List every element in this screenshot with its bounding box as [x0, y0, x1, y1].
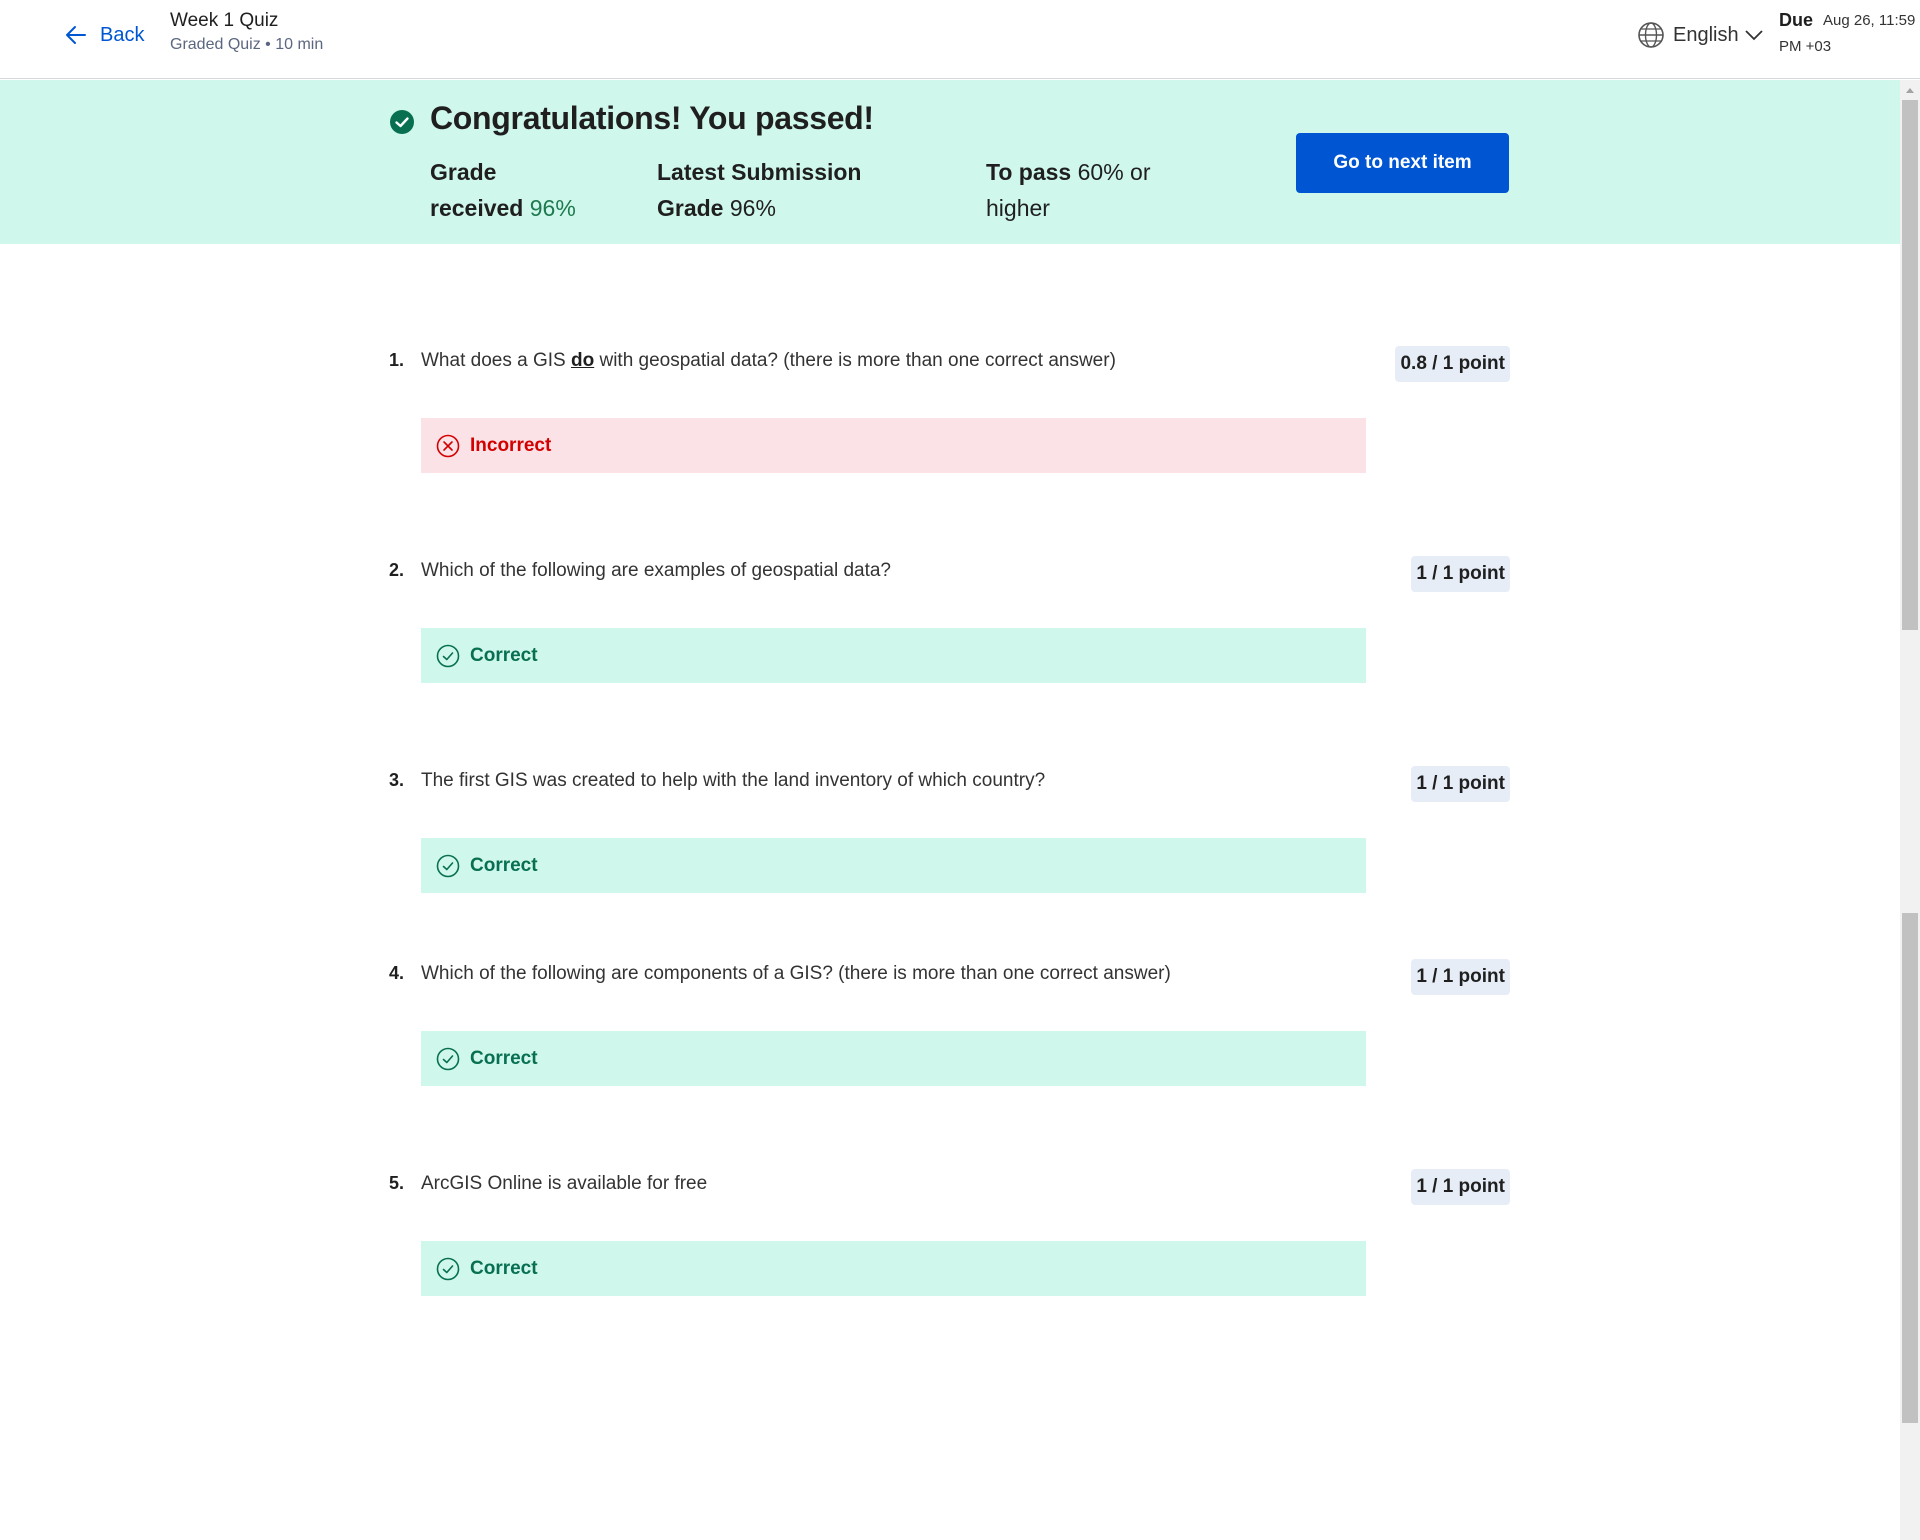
- question-text: What does a GIS do with geospatial data?…: [421, 350, 1116, 372]
- question-text: Which of the following are examples of g…: [421, 560, 891, 581]
- to-pass: To pass 60% or higher: [986, 154, 1186, 226]
- due-time: PM +03: [1779, 38, 1832, 55]
- due-date: Aug 26, 11:59: [1823, 12, 1916, 29]
- back-button[interactable]: Back: [64, 20, 144, 50]
- question-number: 5.: [389, 1173, 405, 1193]
- language-selector[interactable]: English: [1637, 20, 1763, 50]
- question-points: 1 / 1 point: [1411, 556, 1510, 592]
- question-text-part: What does a GIS: [421, 350, 571, 371]
- result-label: Incorrect: [470, 434, 552, 456]
- result-correct: Correct: [421, 1241, 1366, 1296]
- chevron-down-icon: [1744, 30, 1763, 41]
- result-correct: Correct: [421, 838, 1366, 893]
- result-incorrect: Incorrect: [421, 418, 1366, 473]
- question-number: 3.: [389, 770, 405, 790]
- check-circle-outline-icon: [436, 1047, 460, 1070]
- question-points: 1 / 1 point: [1411, 766, 1510, 802]
- latest-submission-grade: Latest Submission Grade 96%: [657, 154, 907, 226]
- top-header: Back Week 1 Quiz Graded Quiz • 10 min En…: [0, 0, 1920, 79]
- result-label: Correct: [470, 854, 538, 876]
- to-pass-label: To pass: [986, 159, 1072, 185]
- result-label: Correct: [470, 1257, 538, 1279]
- grade-received-label: Grade received: [430, 159, 524, 221]
- go-to-next-item-button[interactable]: Go to next item: [1296, 133, 1509, 193]
- question-text-emphasis: do: [570, 350, 595, 371]
- back-label: Back: [100, 23, 145, 46]
- question-number: 2.: [389, 560, 405, 580]
- quiz-title: Week 1 Quiz: [170, 10, 279, 31]
- question-points: 1 / 1 point: [1411, 1169, 1510, 1205]
- grade-received: Grade received 96%: [430, 154, 590, 226]
- arrow-left-icon: [66, 26, 86, 44]
- scrollbar-thumb[interactable]: [1902, 100, 1918, 630]
- check-circle-outline-icon: [436, 644, 460, 667]
- due-label: Due: [1779, 10, 1814, 30]
- question-points: 1 / 1 point: [1411, 959, 1510, 995]
- pass-title: Congratulations! You passed!: [430, 100, 874, 136]
- result-correct: Correct: [421, 628, 1366, 683]
- question-text: The first GIS was created to help with t…: [421, 770, 1046, 791]
- page-scrollbar[interactable]: [1900, 80, 1920, 1540]
- check-circle-outline-icon: [436, 854, 460, 877]
- result-correct: Correct: [421, 1031, 1366, 1086]
- check-circle-outline-icon: [436, 1257, 460, 1280]
- result-label: Correct: [470, 1047, 538, 1069]
- globe-icon: [1638, 22, 1664, 48]
- result-label: Correct: [470, 644, 538, 666]
- question-text: ArcGIS Online is available for free: [421, 1173, 708, 1194]
- question-text-part: with geospatial data? (there is more tha…: [594, 350, 1116, 371]
- latest-submission-value: 96%: [729, 195, 776, 221]
- question-text: Which of the following are components of…: [421, 963, 1171, 984]
- question-points: 0.8 / 1 point: [1395, 346, 1510, 382]
- scroll-up-arrow-icon[interactable]: [1900, 80, 1920, 100]
- scrollbar-thumb-secondary[interactable]: [1902, 913, 1918, 1423]
- question-number: 4.: [389, 963, 405, 983]
- quiz-subtitle: Graded Quiz • 10 min: [170, 36, 324, 53]
- pass-banner: Congratulations! You passed! Grade recei…: [0, 80, 1900, 244]
- x-circle-outline-icon: [436, 434, 460, 457]
- grade-received-value: 96%: [529, 195, 576, 221]
- question-number: 1.: [389, 350, 405, 370]
- language-label: English: [1673, 23, 1739, 46]
- check-circle-filled-icon: [390, 110, 414, 134]
